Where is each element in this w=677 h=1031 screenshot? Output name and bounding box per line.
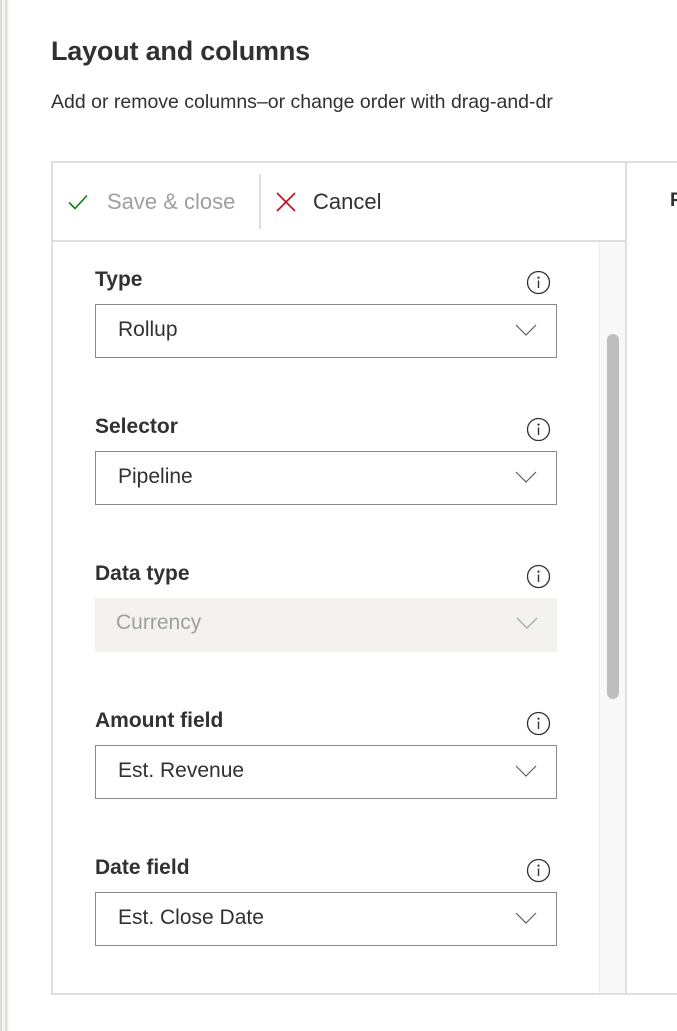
chevron-down-icon [515,324,537,336]
info-icon[interactable] [526,417,551,442]
amount-field-dropdown[interactable]: Est. Revenue [95,745,557,799]
cancel-button[interactable]: Cancel [275,163,381,240]
preview-heading: P [670,190,677,211]
info-icon[interactable] [526,711,551,736]
toolbar: Save & close Cancel [53,163,625,242]
page-subtitle: Add or remove columns–or change order wi… [51,91,553,113]
info-icon[interactable] [526,858,551,883]
left-edge-border [0,0,9,1031]
checkmark-icon [67,193,89,211]
dropdown-value: Rollup [118,318,178,341]
field-label: Date field [95,856,190,879]
dropdown-value: Currency [116,611,202,634]
field-label: Type [95,268,143,291]
column-properties-pane: Save & close Cancel Type Rollup Selector… [53,163,627,993]
chevron-down-icon [515,471,537,483]
info-icon[interactable] [526,564,551,589]
chevron-down-icon [515,912,537,924]
selector-dropdown[interactable]: Pipeline [95,451,557,505]
dropdown-value: Pipeline [118,465,193,488]
field-label: Amount field [95,709,224,732]
date-field-dropdown[interactable]: Est. Close Date [95,892,557,946]
save-and-close-button[interactable]: Save & close [67,163,235,240]
column-editor-panel: Save & close Cancel Type Rollup Selector… [51,161,677,995]
data-type-dropdown: Currency [95,598,557,652]
dropdown-value: Est. Revenue [118,759,245,782]
field-label: Data type [95,562,190,585]
field-label: Selector [95,415,178,438]
dropdown-value: Est. Close Date [118,906,264,929]
preview-pane: P [627,163,677,993]
page-title: Layout and columns [51,36,310,66]
info-icon[interactable] [526,270,551,295]
toolbar-divider [259,174,261,229]
vertical-scrollbar[interactable] [599,242,625,993]
cancel-label: Cancel [313,188,382,214]
scrollbar-thumb[interactable] [607,334,619,699]
type-dropdown[interactable]: Rollup [95,304,557,358]
chevron-down-icon [516,617,538,629]
chevron-down-icon [515,765,537,777]
properties-scroll-area: Type Rollup Selector Pipeline Data type … [53,242,625,993]
close-x-icon [275,191,297,213]
page: Layout and columns Add or remove columns… [0,0,677,1031]
save-and-close-label: Save & close [107,188,236,214]
